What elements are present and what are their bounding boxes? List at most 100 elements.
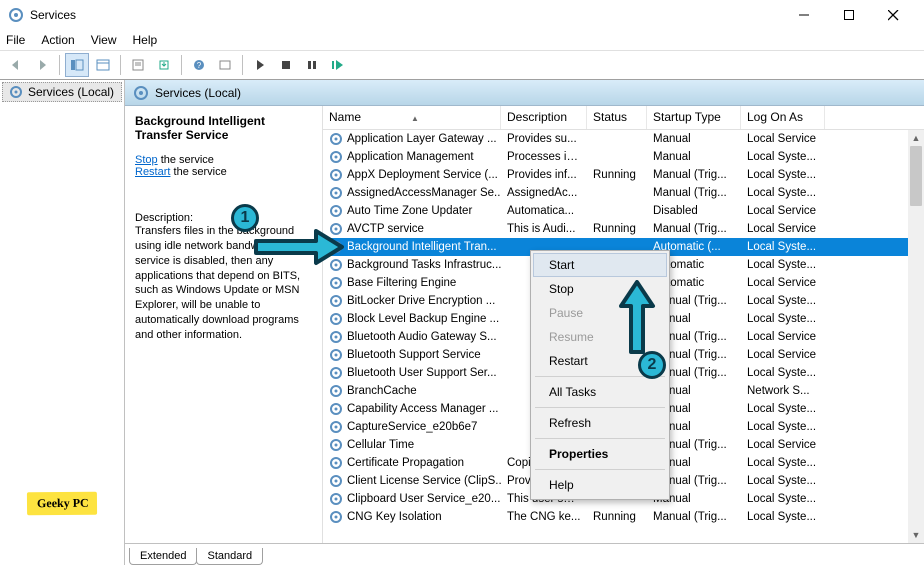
ctx-start[interactable]: Start — [533, 253, 667, 277]
service-logon: Local Syste... — [741, 151, 825, 163]
menu-view[interactable]: View — [91, 33, 117, 47]
gear-icon — [329, 330, 343, 344]
service-logon: Local Syste... — [741, 493, 825, 505]
annotation-arrow-2 — [617, 280, 657, 356]
gear-icon — [329, 438, 343, 452]
table-row[interactable]: AppX Deployment Service (...Provides inf… — [323, 166, 924, 184]
service-name: Block Level Backup Engine ... — [347, 313, 499, 325]
help-button[interactable]: ? — [187, 53, 211, 77]
service-name: AssignedAccessManager Se... — [347, 187, 501, 199]
ctx-refresh[interactable]: Refresh — [533, 411, 667, 435]
table-row[interactable]: AVCTP serviceThis is Audi...RunningManua… — [323, 220, 924, 238]
menu-help[interactable]: Help — [133, 33, 158, 47]
tab-standard[interactable]: Standard — [196, 548, 263, 565]
col-name[interactable]: Name▲ — [323, 106, 501, 129]
service-logon: Local Syste... — [741, 511, 825, 523]
table-row[interactable]: Application Layer Gateway ...Provides su… — [323, 130, 924, 148]
table-row[interactable]: AssignedAccessManager Se...AssignedAc...… — [323, 184, 924, 202]
service-name: CNG Key Isolation — [347, 511, 442, 523]
gear-icon — [329, 150, 343, 164]
service-name: Application Management — [347, 151, 474, 163]
restart-svc-button[interactable] — [326, 53, 350, 77]
service-status: Running — [587, 223, 647, 235]
help2-button[interactable] — [213, 53, 237, 77]
service-name: Bluetooth Audio Gateway S... — [347, 331, 497, 343]
service-name: AVCTP service — [347, 223, 424, 235]
tree-services-local[interactable]: Services (Local) — [2, 82, 122, 102]
view-button[interactable] — [91, 53, 115, 77]
service-startup: Manual (Trig... — [647, 223, 741, 235]
service-name: Cellular Time — [347, 439, 414, 451]
back-button[interactable] — [4, 53, 28, 77]
service-logon: Local Service — [741, 439, 825, 451]
service-name: CaptureService_e20b6e7 — [347, 421, 477, 433]
col-description[interactable]: Description — [501, 106, 587, 129]
forward-button[interactable] — [30, 53, 54, 77]
service-name: Certificate Propagation — [347, 457, 464, 469]
service-name: Application Layer Gateway ... — [347, 133, 497, 145]
scroll-thumb[interactable] — [910, 146, 922, 206]
service-desc: Provides inf... — [501, 169, 587, 181]
service-logon: Local Syste... — [741, 475, 825, 487]
gear-icon — [329, 294, 343, 308]
vertical-scrollbar[interactable]: ▲ ▼ — [908, 130, 924, 543]
gear-icon — [329, 366, 343, 380]
service-startup: Manual (Trig... — [647, 511, 741, 523]
service-desc: AssignedAc... — [501, 187, 587, 199]
table-row[interactable]: Auto Time Zone UpdaterAutomatica...Disab… — [323, 202, 924, 220]
gear-icon — [329, 474, 343, 488]
service-logon: Local Syste... — [741, 169, 825, 181]
show-tree-button[interactable] — [65, 53, 89, 77]
gear-icon — [329, 402, 343, 416]
gear-icon — [8, 7, 24, 23]
gear-icon — [329, 348, 343, 362]
close-button[interactable] — [871, 1, 916, 29]
svg-text:?: ? — [197, 61, 202, 70]
restart-link[interactable]: Restart — [135, 166, 170, 178]
service-name: Bluetooth Support Service — [347, 349, 481, 361]
menu-action[interactable]: Action — [41, 33, 74, 47]
table-row[interactable]: CNG Key IsolationThe CNG ke...RunningMan… — [323, 508, 924, 526]
menu-file[interactable]: File — [6, 33, 25, 47]
service-name: Auto Time Zone Updater — [347, 205, 472, 217]
service-status: Running — [587, 511, 647, 523]
gear-icon — [329, 456, 343, 470]
minimize-button[interactable] — [781, 1, 826, 29]
ctx-all-tasks[interactable]: All Tasks — [533, 380, 667, 404]
table-row[interactable]: Application ManagementProcesses in...Man… — [323, 148, 924, 166]
service-status: Running — [587, 169, 647, 181]
watermark: Geeky PC — [27, 492, 97, 516]
stop-link[interactable]: Stop — [135, 154, 158, 166]
service-startup: Manual (Trig... — [647, 187, 741, 199]
pause-svc-button[interactable] — [300, 53, 324, 77]
col-logon[interactable]: Log On As — [741, 106, 825, 129]
scroll-up-icon[interactable]: ▲ — [908, 130, 924, 146]
ctx-properties[interactable]: Properties — [533, 442, 667, 466]
service-name: Bluetooth User Support Ser... — [347, 367, 497, 379]
gear-icon — [329, 384, 343, 398]
service-name: BranchCache — [347, 385, 417, 397]
toolbar: ? — [0, 50, 924, 80]
service-logon: Local Syste... — [741, 259, 825, 271]
start-svc-button[interactable] — [248, 53, 272, 77]
service-startup: Manual — [647, 151, 741, 163]
gear-icon — [329, 276, 343, 290]
gear-icon — [329, 168, 343, 182]
tab-extended[interactable]: Extended — [129, 548, 197, 565]
stop-svc-button[interactable] — [274, 53, 298, 77]
service-logon: Local Service — [741, 331, 825, 343]
gear-icon — [329, 492, 343, 506]
service-name: Client License Service (ClipS... — [347, 475, 501, 487]
ctx-help[interactable]: Help — [533, 473, 667, 497]
service-name: Background Tasks Infrastruc... — [347, 259, 501, 271]
export-button[interactable] — [152, 53, 176, 77]
col-startup[interactable]: Startup Type — [647, 106, 741, 129]
properties-button[interactable] — [126, 53, 150, 77]
service-name: Capability Access Manager ... — [347, 403, 499, 415]
scroll-down-icon[interactable]: ▼ — [908, 527, 924, 543]
window-title: Services — [30, 8, 76, 22]
col-status[interactable]: Status — [587, 106, 647, 129]
maximize-button[interactable] — [826, 1, 871, 29]
service-desc: Automatica... — [501, 205, 587, 217]
service-logon: Local Service — [741, 223, 825, 235]
